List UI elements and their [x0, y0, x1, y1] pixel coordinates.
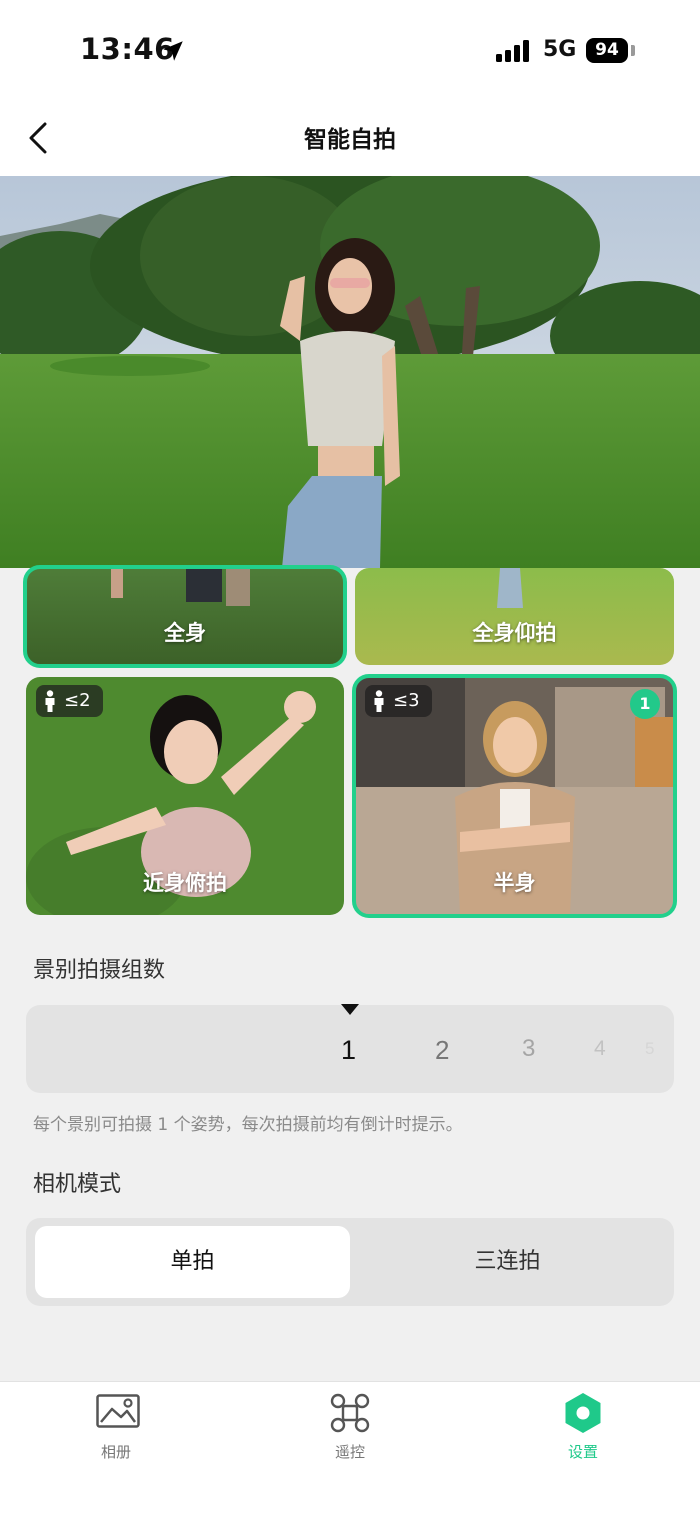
people-count-badge: ≤3: [365, 685, 432, 717]
selection-order-badge: 1: [630, 689, 660, 719]
picker-pointer-icon: [341, 1004, 359, 1015]
tab-label: 相册: [100, 1443, 131, 1461]
album-icon: [96, 1394, 140, 1428]
picker-option[interactable]: 3: [522, 1035, 535, 1063]
camera-mode-title: 相机模式: [33, 1172, 122, 1197]
settings-hexagon-icon: [565, 1393, 601, 1433]
location-arrow-icon: [163, 41, 183, 61]
card-label: 近身俯拍: [143, 871, 227, 895]
shot-card-close-high-angle[interactable]: ≤2 近身俯拍: [26, 677, 344, 915]
tab-label: 设置: [567, 1443, 598, 1461]
preview-image: [0, 176, 700, 568]
card-label: 全身: [164, 621, 206, 645]
shot-card-full-body-low-angle[interactable]: 全身仰拍: [355, 568, 674, 665]
picker-option[interactable]: 1: [341, 1035, 356, 1066]
status-bar: 13:46 5G 94: [0, 0, 700, 100]
battery-indicator: 94: [586, 38, 628, 63]
picker-option[interactable]: 2: [435, 1035, 449, 1066]
groups-section-title: 景别拍摄组数: [33, 958, 166, 983]
groups-number-picker[interactable]: 1 2 3 4 5: [26, 1005, 674, 1093]
bottom-tab-bar: 相册 遥控 设置: [0, 1381, 700, 1522]
page-title: 智能自拍: [304, 127, 396, 153]
person-icon: [374, 690, 384, 712]
navigation-bar: 智能自拍: [0, 100, 700, 176]
card-label: 全身仰拍: [472, 621, 557, 645]
segment-single-shot[interactable]: 单拍: [35, 1218, 350, 1306]
shot-card-half-body[interactable]: ≤3 1 半身: [352, 674, 677, 918]
camera-mode-segmented-control: 单拍 三连拍: [26, 1218, 674, 1306]
people-count-label: ≤3: [393, 690, 420, 711]
network-type: 5G: [543, 37, 577, 62]
cellular-signal-icon: [496, 40, 529, 62]
tab-album[interactable]: 相册: [56, 1382, 176, 1482]
person-icon: [45, 690, 55, 712]
shot-card-full-body[interactable]: 全身: [23, 565, 347, 668]
tab-remote[interactable]: 遥控: [290, 1382, 410, 1482]
picker-option[interactable]: 5: [645, 1039, 654, 1059]
drone-icon: [330, 1393, 370, 1433]
battery-tip: [631, 45, 635, 56]
tab-label: 遥控: [334, 1443, 365, 1461]
card-label: 半身: [493, 871, 536, 895]
segment-burst-shot[interactable]: 三连拍: [350, 1218, 665, 1306]
picker-option[interactable]: 4: [594, 1037, 606, 1061]
people-count-badge: ≤2: [36, 685, 103, 717]
tab-settings[interactable]: 设置: [523, 1382, 643, 1482]
people-count-label: ≤2: [64, 690, 91, 711]
groups-hint: 每个景别可拍摄 1 个姿势，每次拍摄前均有倒计时提示。: [33, 1115, 463, 1135]
